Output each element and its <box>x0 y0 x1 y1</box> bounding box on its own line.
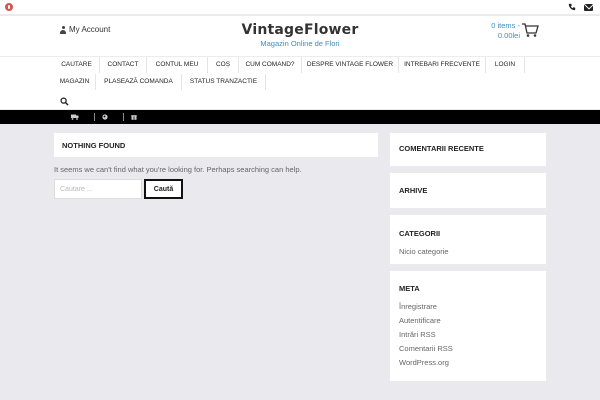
my-account-label: My Account <box>69 25 111 34</box>
widget-divider <box>390 208 546 215</box>
nothing-found-message: It seems we can't find what you're looki… <box>54 165 302 174</box>
pinterest-icon[interactable] <box>5 3 13 11</box>
info-bar-separator <box>123 113 124 121</box>
meta-link-login[interactable]: Autentificare <box>399 316 441 325</box>
page-title: NOTHING FOUND <box>62 141 126 150</box>
info-bar <box>0 110 600 124</box>
cart-summary[interactable]: 0 items - 0.00lei <box>470 21 520 41</box>
nav-item-contul-meu[interactable]: CONTUL MEU <box>147 57 208 73</box>
user-icon <box>60 25 66 34</box>
categories-title: CATEGORII <box>399 229 441 238</box>
widget-divider <box>390 264 546 271</box>
nav-item-status-tranzactie[interactable]: STATUS TRANZACTIE <box>182 74 266 90</box>
cart-icon[interactable] <box>521 22 539 38</box>
site-header: My Account VintageFlower Magazin Online … <box>0 16 600 56</box>
search-button[interactable]: Caută <box>144 179 183 199</box>
widget-divider <box>390 166 546 173</box>
cart-items-count: 0 items - <box>491 21 520 30</box>
nav-item-intrebari-frecvente[interactable]: INTREBARI FRECVENTE <box>399 57 486 73</box>
meta-link-entries-rss[interactable]: Intrări RSS <box>399 330 436 339</box>
my-account-link[interactable]: My Account <box>60 25 110 34</box>
envelope-icon[interactable] <box>584 4 593 11</box>
meta-link-register[interactable]: Înregistrare <box>399 302 437 311</box>
gift-icon <box>131 115 137 120</box>
recent-comments-title: COMENTARII RECENTE <box>399 144 484 153</box>
site-tagline: Magazin Online de Flori <box>260 39 340 48</box>
nav-item-magazin[interactable]: MAGAZIN <box>54 74 96 90</box>
meta-link-wordpress[interactable]: WordPress.org <box>399 358 449 367</box>
nav-item-contact[interactable]: CONTACT <box>100 57 147 73</box>
nav-item-plaseaza-comanda[interactable]: PLASEAZĂ COMANDA <box>96 74 182 90</box>
nav-item-cos[interactable]: COȘ <box>208 57 239 73</box>
meta-title: META <box>399 284 420 293</box>
sidebar: COMENTARII RECENTE ARHIVE CATEGORII Nici… <box>390 133 546 381</box>
site-title[interactable]: VintageFlower <box>200 22 400 38</box>
nav-item-despre[interactable]: DESPRE VINTAGE FLOWER <box>302 57 399 73</box>
nav-item-login[interactable]: LOGIN <box>486 57 525 73</box>
info-bar-separator <box>94 113 95 121</box>
site-branding: VintageFlower Magazin Online de Flori <box>200 22 400 48</box>
phone-icon[interactable] <box>568 3 576 11</box>
search-icon[interactable] <box>60 97 69 106</box>
meta-link-comments-rss[interactable]: Comentarii RSS <box>399 344 453 353</box>
nothing-found-header: NOTHING FOUND <box>54 133 378 157</box>
no-category-text: Nicio categorie <box>399 247 449 256</box>
cart-total: 0.00lei <box>497 31 520 40</box>
truck-icon <box>71 114 79 120</box>
archives-title: ARHIVE <box>399 186 428 195</box>
top-bar <box>0 0 600 15</box>
search-input[interactable] <box>54 179 142 199</box>
main-navigation: CAUTARE CONTACT CONTUL MEU COȘ CUM COMAN… <box>0 56 600 109</box>
nav-item-cautare[interactable]: CAUTARE <box>54 57 100 73</box>
globe-icon <box>102 114 108 120</box>
nav-item-cum-comand[interactable]: CUM COMAND? <box>239 57 302 73</box>
